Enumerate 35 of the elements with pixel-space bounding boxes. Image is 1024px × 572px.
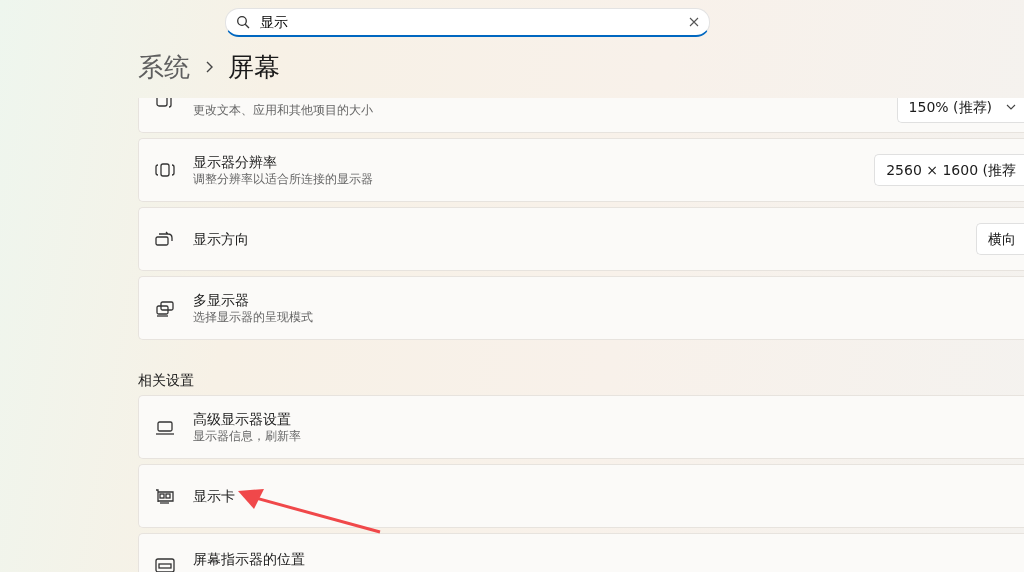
dropdown[interactable]: 150% (推荐) [896, 98, 1024, 123]
setting-description: 选择显示器的呈现模式 [193, 309, 313, 325]
graphics-card-icon [155, 487, 175, 505]
setting-description: 显示器信息，刷新率 [193, 428, 301, 444]
search-icon [236, 15, 250, 29]
settings-row[interactable]: 显示方向 横向 [138, 207, 1024, 271]
settings-row[interactable]: 屏幕指示器的位置 [138, 533, 1024, 572]
settings-row[interactable]: 高级显示器设置 显示器信息，刷新率 [138, 395, 1024, 459]
search-input[interactable]: 显示 [260, 11, 679, 33]
resolution-icon [155, 161, 175, 179]
page-title: 屏幕 [228, 51, 280, 83]
settings-row[interactable]: 显示器分辨率 调整分辨率以适合所连接的显示器 2560 × 1600 (推荐 [138, 138, 1024, 202]
chevron-icon [204, 60, 214, 74]
setting-title: 屏幕指示器的位置 [193, 550, 305, 568]
setting-description: 调整分辨率以适合所连接的显示器 [193, 171, 373, 187]
laptop-icon [155, 418, 175, 436]
search-box[interactable]: 显示 [225, 8, 710, 37]
settings-row[interactable]: 更改文本、应用和其他项目的大小 150% (推荐) [138, 98, 1024, 133]
setting-title: 显示方向 [193, 230, 249, 248]
breadcrumb-link[interactable]: 系统 [138, 51, 190, 83]
monitors-icon [155, 299, 175, 317]
setting-title: 多显示器 [193, 291, 250, 309]
settings-row[interactable]: 多显示器 选择显示器的呈现模式 [138, 276, 1024, 340]
screen-indicator-icon [155, 556, 175, 572]
close-icon[interactable] [689, 17, 699, 27]
setting-title: 高级显示器设置 [193, 410, 292, 428]
setting-title: 显示器分辨率 [193, 153, 278, 171]
setting-description: 更改文本、应用和其他项目的大小 [193, 102, 373, 118]
rotate-screen-icon [155, 230, 175, 248]
chevron-down-icon [1006, 104, 1016, 110]
dropdown[interactable]: 2560 × 1600 (推荐 [874, 154, 1024, 186]
dropdown[interactable]: 横向 [976, 223, 1024, 255]
settings-row[interactable]: 显示卡 [138, 464, 1024, 528]
section-heading: 相关设置 [138, 371, 195, 390]
setting-title: 显示卡 [193, 487, 235, 505]
